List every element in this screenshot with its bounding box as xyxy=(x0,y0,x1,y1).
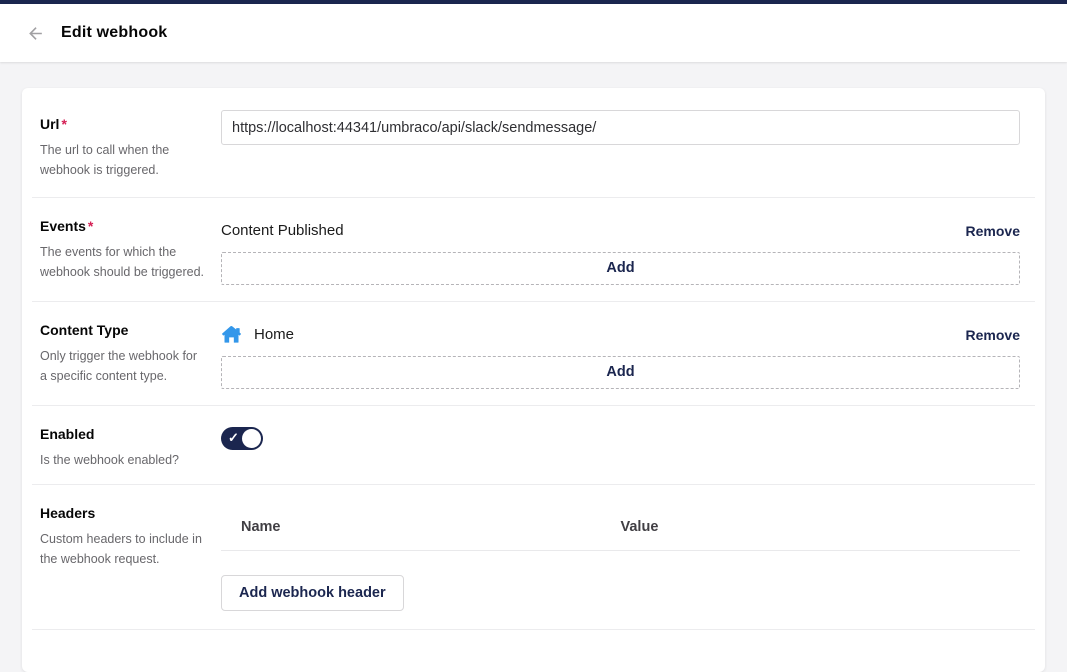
event-item: Content Published Remove xyxy=(221,219,1020,243)
url-label: Url* xyxy=(40,116,207,132)
url-label-column: Url* The url to call when the webhook is… xyxy=(40,110,221,181)
enabled-description: Is the webhook enabled? xyxy=(40,450,207,470)
content-type-item-name: Home xyxy=(254,326,294,343)
edit-webhook-form-card: Url* The url to call when the webhook is… xyxy=(22,88,1045,672)
events-label-column: Events* The events for which the webhook… xyxy=(40,218,221,285)
home-icon xyxy=(221,324,242,345)
url-content-column xyxy=(221,110,1020,181)
add-event-button[interactable]: Add xyxy=(221,252,1020,285)
enabled-content-column: ✓ xyxy=(221,426,1020,470)
headers-label-column: Headers Custom headers to include in the… xyxy=(40,505,221,611)
page-title: Edit webhook xyxy=(61,24,167,42)
back-button[interactable] xyxy=(20,18,50,48)
headers-description: Custom headers to include in the webhook… xyxy=(40,529,207,570)
add-content-type-button[interactable]: Add xyxy=(221,356,1020,389)
toggle-knob xyxy=(242,429,261,448)
headers-content-column: Name Value Add webhook header xyxy=(221,505,1020,611)
enabled-label: Enabled xyxy=(40,426,207,442)
event-item-name: Content Published xyxy=(221,222,344,239)
required-marker: * xyxy=(88,218,93,234)
content-type-description: Only trigger the webhook for a specific … xyxy=(40,346,207,387)
url-input[interactable] xyxy=(221,110,1020,145)
event-remove-button[interactable]: Remove xyxy=(966,223,1020,239)
form-row-enabled: Enabled Is the webhook enabled? ✓ xyxy=(32,406,1035,485)
events-label: Events* xyxy=(40,218,207,234)
form-row-content-type: Content Type Only trigger the webhook fo… xyxy=(32,302,1035,406)
headers-column-value: Value xyxy=(621,519,1021,535)
content-type-content-column: Home Remove Add xyxy=(221,322,1020,389)
arrow-left-icon xyxy=(26,24,45,43)
enabled-toggle[interactable]: ✓ xyxy=(221,427,263,450)
enabled-label-column: Enabled Is the webhook enabled? xyxy=(40,426,221,470)
content-type-label-column: Content Type Only trigger the webhook fo… xyxy=(40,322,221,389)
page-header: Edit webhook xyxy=(0,4,1067,62)
headers-column-name: Name xyxy=(221,519,621,535)
form-row-url: Url* The url to call when the webhook is… xyxy=(32,90,1035,198)
content-type-remove-button[interactable]: Remove xyxy=(966,327,1020,343)
add-webhook-header-button[interactable]: Add webhook header xyxy=(221,575,404,611)
form-row-headers: Headers Custom headers to include in the… xyxy=(32,485,1035,630)
check-icon: ✓ xyxy=(228,430,239,446)
content-type-item: Home Remove xyxy=(221,323,1020,347)
headers-label: Headers xyxy=(40,505,207,521)
content-type-label: Content Type xyxy=(40,322,207,338)
events-description: The events for which the webhook should … xyxy=(40,242,207,283)
required-marker: * xyxy=(61,116,66,132)
events-content-column: Content Published Remove Add xyxy=(221,218,1020,285)
url-description: The url to call when the webhook is trig… xyxy=(40,140,207,181)
form-row-events: Events* The events for which the webhook… xyxy=(32,198,1035,302)
headers-table-header: Name Value xyxy=(221,505,1020,551)
